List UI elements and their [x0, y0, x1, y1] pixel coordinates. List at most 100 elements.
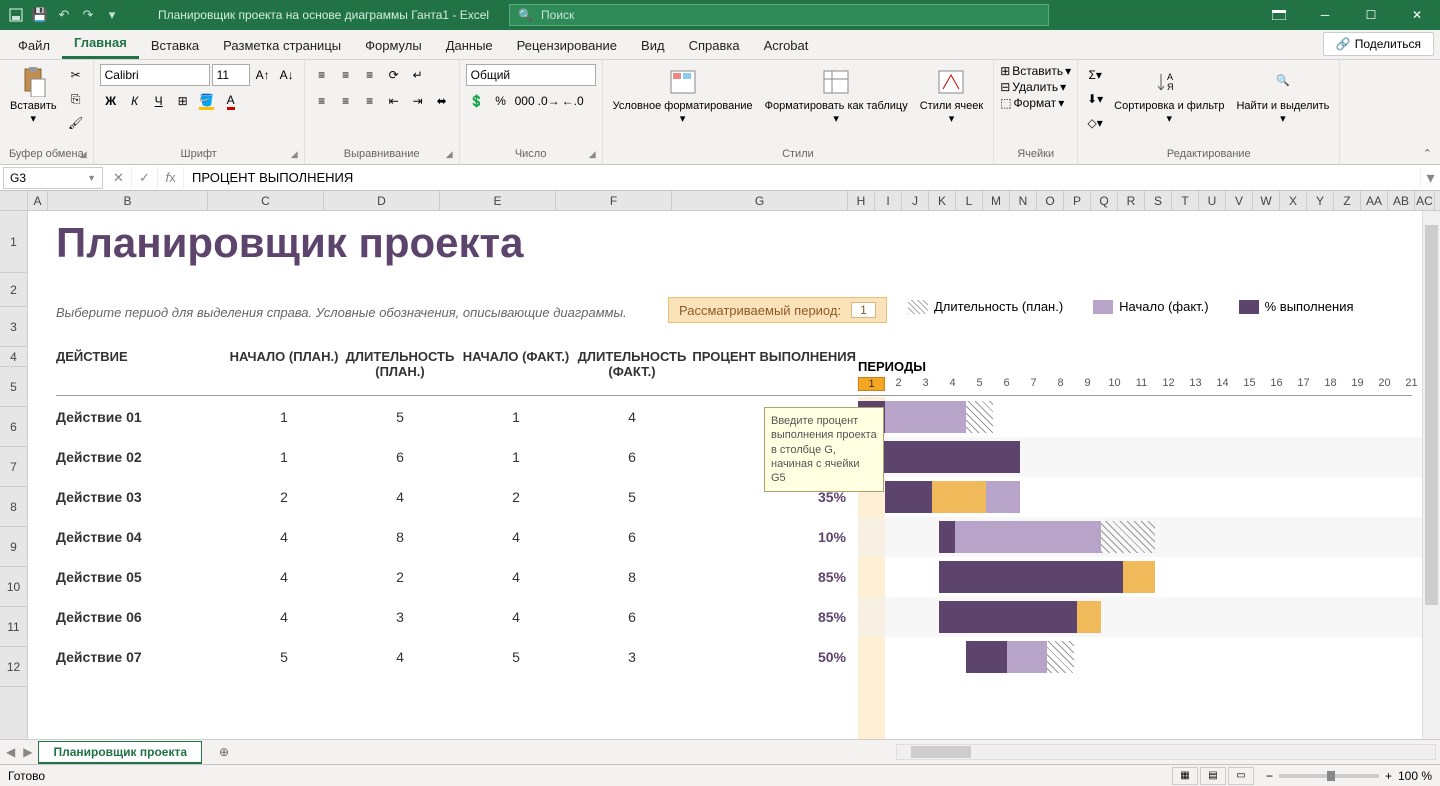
search-box[interactable]: 🔍 Поиск: [509, 4, 1049, 26]
delete-cells-button[interactable]: ⊟Удалить ▾: [1000, 80, 1066, 94]
row-header[interactable]: 2: [0, 273, 27, 307]
col-header[interactable]: P: [1064, 191, 1091, 210]
autosave-icon[interactable]: [6, 5, 26, 25]
tab-file[interactable]: Файл: [6, 32, 62, 59]
underline-button[interactable]: Ч: [148, 90, 170, 112]
table-row[interactable]: Действие 04 4 8 4 6 10%: [56, 517, 1440, 557]
vertical-scrollbar[interactable]: [1422, 211, 1440, 739]
col-header[interactable]: AA: [1361, 191, 1388, 210]
qat-customize-icon[interactable]: ▾: [102, 5, 122, 25]
row-header[interactable]: 7: [0, 447, 27, 487]
view-page-break-button[interactable]: ▭: [1228, 767, 1254, 785]
formula-input[interactable]: ПРОЦЕНТ ВЫПОЛНЕНИЯ: [184, 170, 1420, 185]
format-cells-button[interactable]: ⬚Формат ▾: [1000, 96, 1064, 110]
save-icon[interactable]: 💾: [30, 5, 50, 25]
increase-decimal-button[interactable]: .0→: [538, 90, 560, 112]
col-header[interactable]: X: [1280, 191, 1307, 210]
clear-button[interactable]: ◇▾: [1084, 112, 1106, 134]
col-header[interactable]: S: [1145, 191, 1172, 210]
autosum-button[interactable]: Σ▾: [1084, 64, 1106, 86]
col-header[interactable]: G: [672, 191, 848, 210]
new-sheet-button[interactable]: ⊕: [212, 745, 236, 759]
font-color-button[interactable]: A: [220, 90, 242, 112]
col-header[interactable]: AB: [1388, 191, 1415, 210]
font-size-select[interactable]: [212, 64, 250, 86]
borders-button[interactable]: ⊞: [172, 90, 194, 112]
orientation-button[interactable]: ⟳: [383, 64, 405, 86]
increase-font-button[interactable]: A↑: [252, 64, 274, 86]
zoom-thumb[interactable]: [1327, 771, 1335, 781]
paste-button[interactable]: Вставить▾: [6, 64, 61, 128]
zoom-out-button[interactable]: −: [1266, 769, 1273, 783]
cells-area[interactable]: Планировщик проекта Выберите период для …: [28, 211, 1440, 739]
tab-acrobat[interactable]: Acrobat: [752, 32, 821, 59]
col-header[interactable]: A: [28, 191, 48, 210]
comma-button[interactable]: 000: [514, 90, 536, 112]
col-header[interactable]: B: [48, 191, 208, 210]
tab-formulas[interactable]: Формулы: [353, 32, 434, 59]
cancel-formula-button[interactable]: ✕: [106, 167, 132, 189]
col-header[interactable]: W: [1253, 191, 1280, 210]
zoom-in-button[interactable]: +: [1385, 769, 1392, 783]
col-header[interactable]: Z: [1334, 191, 1361, 210]
row-header[interactable]: 6: [0, 407, 27, 447]
name-box[interactable]: G3▼: [3, 167, 103, 189]
row-header[interactable]: 10: [0, 567, 27, 607]
sheet-nav-next[interactable]: ▶: [23, 745, 32, 759]
number-format-select[interactable]: [466, 64, 596, 86]
font-name-select[interactable]: [100, 64, 210, 86]
col-header[interactable]: E: [440, 191, 556, 210]
expand-formula-bar-button[interactable]: ▾: [1420, 168, 1440, 188]
align-left-button[interactable]: ≡: [311, 90, 333, 112]
undo-icon[interactable]: ↶: [54, 5, 74, 25]
col-header[interactable]: Q: [1091, 191, 1118, 210]
col-header[interactable]: O: [1037, 191, 1064, 210]
maximize-button[interactable]: ☐: [1348, 0, 1394, 30]
share-button[interactable]: 🔗Поделиться: [1323, 32, 1434, 56]
horizontal-scrollbar[interactable]: [896, 744, 1436, 760]
tab-help[interactable]: Справка: [677, 32, 752, 59]
col-header[interactable]: T: [1172, 191, 1199, 210]
accounting-button[interactable]: 💲: [466, 90, 488, 112]
collapse-ribbon-button[interactable]: ⌃: [1423, 147, 1432, 160]
view-page-layout-button[interactable]: ▤: [1200, 767, 1226, 785]
align-right-button[interactable]: ≡: [359, 90, 381, 112]
redo-icon[interactable]: ↷: [78, 5, 98, 25]
col-header[interactable]: D: [324, 191, 440, 210]
percent-button[interactable]: %: [490, 90, 512, 112]
bold-button[interactable]: Ж: [100, 90, 122, 112]
ribbon-options-icon[interactable]: [1256, 0, 1302, 30]
sort-filter-button[interactable]: AЯСортировка и фильтр▾: [1110, 64, 1228, 128]
merge-button[interactable]: ⬌: [431, 90, 453, 112]
col-header[interactable]: AC: [1415, 191, 1435, 210]
fx-button[interactable]: fx: [158, 167, 184, 189]
align-bottom-button[interactable]: ≡: [359, 64, 381, 86]
col-header[interactable]: M: [983, 191, 1010, 210]
row-header[interactable]: 9: [0, 527, 27, 567]
fill-color-button[interactable]: 🪣: [196, 90, 218, 112]
row-header[interactable]: 3: [0, 307, 27, 347]
worksheet-grid[interactable]: ABCDEFGHIJKLMNOPQRSTUVWXYZAAABAC 1234567…: [0, 191, 1440, 739]
row-header[interactable]: 12: [0, 647, 27, 687]
copy-button[interactable]: ⎘: [65, 88, 87, 110]
align-middle-button[interactable]: ≡: [335, 64, 357, 86]
period-value-input[interactable]: 1: [851, 302, 876, 318]
decrease-decimal-button[interactable]: ←.0: [562, 90, 584, 112]
row-header[interactable]: 1: [0, 211, 27, 273]
align-top-button[interactable]: ≡: [311, 64, 333, 86]
sheet-tab-active[interactable]: Планировщик проекта: [38, 741, 202, 764]
cell-styles-button[interactable]: Стили ячеек▾: [916, 64, 987, 128]
col-header[interactable]: U: [1199, 191, 1226, 210]
launcher-icon[interactable]: ◢: [589, 149, 596, 160]
table-row[interactable]: Действие 06 4 3 4 6 85%: [56, 597, 1440, 637]
conditional-formatting-button[interactable]: Условное форматирование▾: [609, 64, 757, 128]
col-header[interactable]: J: [902, 191, 929, 210]
format-as-table-button[interactable]: Форматировать как таблицу▾: [761, 64, 912, 128]
table-row[interactable]: Действие 02 1 6 1 6 100%: [56, 437, 1440, 477]
launcher-icon[interactable]: ◢: [291, 149, 298, 160]
row-header[interactable]: 11: [0, 607, 27, 647]
col-header[interactable]: L: [956, 191, 983, 210]
col-header[interactable]: K: [929, 191, 956, 210]
launcher-icon[interactable]: ◢: [446, 149, 453, 160]
increase-indent-button[interactable]: ⇥: [407, 90, 429, 112]
